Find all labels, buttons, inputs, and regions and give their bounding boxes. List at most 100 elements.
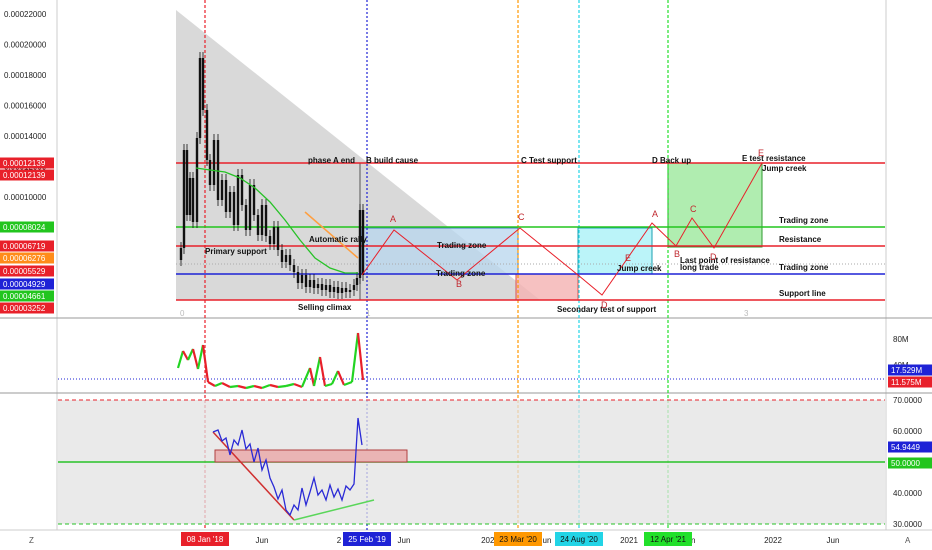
- candle-body: [248, 185, 252, 230]
- price-tick-label: 0.00018000: [4, 71, 47, 80]
- wave-letter: E: [758, 148, 764, 158]
- candle-body: [216, 140, 220, 200]
- rsi-tag-label: 50.0000: [891, 459, 920, 468]
- candle-body: [228, 192, 232, 212]
- time-tick-label: 2021: [620, 536, 638, 545]
- wave-letter: A: [652, 209, 658, 219]
- candle-body: [195, 138, 199, 222]
- time-tick-label: Jun: [398, 536, 411, 545]
- candle-body: [276, 227, 280, 250]
- volume-tick-label: 80M: [893, 335, 909, 344]
- candle-body: [201, 58, 205, 110]
- corner-label-left[interactable]: Z: [29, 536, 34, 545]
- time-tick-label: Jun: [256, 536, 269, 545]
- candle-body: [340, 288, 344, 293]
- candle-body: [272, 227, 276, 244]
- candle-body: [358, 210, 362, 278]
- secondary-test-rect[interactable]: [515, 273, 579, 301]
- wave-letter: D: [601, 300, 608, 310]
- candle-body: [236, 175, 240, 225]
- price-tick-label: 0.00016000: [4, 102, 47, 111]
- candle-body: [205, 110, 209, 160]
- time-tick-label: Jun: [827, 536, 840, 545]
- price-tag-label: 0.00008024: [3, 223, 46, 232]
- date-tag-label: 23 Mar '20: [499, 535, 537, 544]
- candle-body: [188, 178, 192, 215]
- price-tag-label: 0.00005529: [3, 267, 46, 276]
- rsi-resistance-box[interactable]: [214, 449, 408, 463]
- candle-body: [280, 250, 284, 262]
- annotation-label: Selling climax: [298, 303, 352, 312]
- candle-body: [352, 285, 356, 290]
- annotation-label: Jump creek: [617, 264, 662, 273]
- candle-body: [260, 205, 264, 235]
- time-tick-label: 2022: [764, 536, 782, 545]
- rsi-tick-label: 40.0000: [893, 489, 922, 498]
- wave-letter: A: [390, 214, 396, 224]
- price-tag-label: 0.00006719: [3, 242, 46, 251]
- candle-body: [288, 255, 292, 265]
- candle-body: [348, 290, 352, 292]
- price-tag-label: 0.00004661: [3, 292, 46, 301]
- price-tick-label: 0.00020000: [4, 41, 47, 50]
- candle-body: [198, 58, 202, 138]
- date-tag-label: 12 Apr '21: [650, 535, 686, 544]
- annotation-label: B build cause: [366, 156, 419, 165]
- annotation-label: Jump creek: [762, 164, 807, 173]
- candle-body: [232, 192, 236, 225]
- candle-body: [264, 205, 268, 236]
- annotation-label: Automatic rally: [309, 235, 367, 244]
- annotation-label: E test resistance: [742, 154, 806, 163]
- date-tag-label: 25 Feb '19: [348, 535, 386, 544]
- candle-body: [344, 288, 348, 292]
- price-tag-label: 0.00012139: [3, 159, 46, 168]
- candle-body: [179, 248, 183, 260]
- price-tick-label: 0.00022000: [4, 10, 47, 19]
- candle-body: [355, 278, 359, 285]
- annotation-label: phase A end: [308, 156, 355, 165]
- annotation-label: C Test support: [521, 156, 577, 165]
- candle-body: [308, 280, 312, 287]
- candle-body: [191, 178, 195, 222]
- rsi-tag-label: 54.9449: [891, 443, 920, 452]
- annotation-label: Primary support: [205, 247, 267, 256]
- candle-body: [312, 280, 316, 288]
- date-tag-label: 24 Aug '20: [560, 535, 598, 544]
- candle-body: [185, 150, 189, 215]
- wave-letter: E: [625, 253, 631, 263]
- rsi-tick-label: 70.0000: [893, 396, 922, 405]
- annotation-label: long trade: [680, 263, 719, 272]
- level-label: Trading zone: [779, 216, 829, 225]
- candle-body: [244, 205, 248, 230]
- wave-letter: C: [518, 212, 525, 222]
- candle-body: [256, 215, 260, 235]
- candle-body: [182, 150, 186, 248]
- wyckoff-chart[interactable]: 0 1 3 phase A end B build cause C Test sup…: [0, 0, 932, 550]
- volume-segment: [229, 384, 239, 389]
- date-tag-label: 08 Jan '18: [187, 535, 224, 544]
- volume-tag-label: 17.529M: [891, 366, 922, 375]
- candle-body: [304, 275, 308, 287]
- price-tag-label: 0.00004929: [3, 280, 46, 289]
- candle-body: [284, 255, 288, 262]
- price-tag-label: 0.00006276: [3, 254, 46, 263]
- candle-body: [212, 140, 216, 185]
- wave-letter: B: [674, 249, 680, 259]
- candle-body: [292, 265, 296, 272]
- annotation-label: Trading zone: [437, 241, 487, 250]
- price-tag-label: 0.00003252: [3, 304, 46, 313]
- triangle-point-label: 0: [180, 309, 185, 318]
- corner-label-right[interactable]: A: [905, 536, 911, 545]
- triangle-point-label: 3: [744, 309, 749, 318]
- candle-body: [332, 287, 336, 292]
- candle-body: [320, 284, 324, 290]
- annotation-label: Trading zone: [436, 269, 486, 278]
- candle-body: [224, 180, 228, 212]
- wave-letter: C: [690, 204, 697, 214]
- candle-body: [316, 284, 320, 288]
- candle-body: [220, 180, 224, 200]
- volume-segment: [277, 384, 287, 389]
- candle-body: [336, 287, 340, 293]
- wave-letter: B: [456, 279, 462, 289]
- candle-body: [252, 185, 256, 215]
